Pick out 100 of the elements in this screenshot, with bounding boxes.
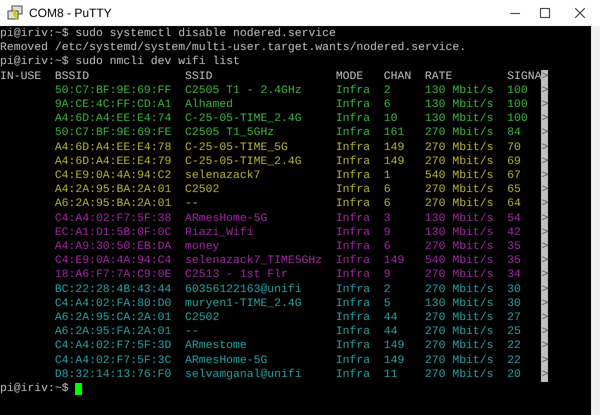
- table-cell-text: Alhamed: [185, 98, 234, 112]
- table-cell-text: 50:C7:BF:9E:69:FE: [54, 126, 172, 141]
- table-cell-text: D8:32:14:13:76:F0: [54, 368, 172, 382]
- column-header: MODE: [336, 70, 364, 84]
- table-cell-text: 70: [507, 140, 522, 155]
- table-cell-text: 130 Mbit/s: [424, 84, 494, 98]
- table-cell-text: Infra: [336, 354, 372, 368]
- table-cell-text: 130 Mbit/s: [424, 226, 494, 240]
- table-cell-text: 42: [507, 226, 522, 240]
- table-cell-text: 540 Mbit/s: [424, 169, 494, 184]
- truncation-marker: >: [541, 240, 548, 254]
- table-cell-text: Infra: [336, 84, 372, 98]
- truncation-marker: >: [541, 70, 548, 84]
- table-cell-text: --: [185, 325, 200, 340]
- column-header: BSSID: [54, 70, 90, 84]
- table-cell-text: 100: [507, 112, 529, 126]
- table-cell-text: 1: [384, 169, 392, 184]
- table-cell-text: C-25-05-TIME_2.4G: [185, 154, 303, 170]
- table-cell-text: 25: [507, 325, 522, 340]
- table-cell-text: A4:A9:30:50:EB:DA: [54, 240, 172, 254]
- table-cell-text: 6: [384, 197, 392, 212]
- table-cell-text: Infra: [336, 112, 372, 126]
- truncation-marker: >: [541, 268, 548, 283]
- table-cell-text: 161: [384, 126, 406, 141]
- truncation-marker: >: [541, 84, 548, 98]
- computer-icon: [7, 5, 23, 21]
- table-cell-text: 270 Mbit/s: [424, 197, 494, 212]
- table-cell-text: 69: [507, 154, 522, 170]
- cursor: [75, 383, 82, 396]
- table-cell-text: Infra: [336, 325, 372, 340]
- terminal-line: pi@iriv:~$ sudo systemctl disable nodered.service: [0, 27, 337, 42]
- table-cell-text: 149: [384, 354, 406, 368]
- table-cell-text: ARmesHome-5G: [185, 212, 268, 226]
- table-cell-text: 270 Mbit/s: [424, 268, 494, 283]
- table-cell-text: Infra: [336, 296, 372, 312]
- table-cell-text: Infra: [336, 98, 372, 112]
- truncation-marker: >: [541, 296, 548, 312]
- table-cell-text: selvamganal@unifi: [185, 368, 303, 382]
- table-cell-text: Infra: [336, 154, 372, 170]
- table-cell-text: C4:A4:02:F7:5F:38: [54, 212, 172, 226]
- table-cell-text: C-25-05-TIME_2.4G: [185, 112, 303, 126]
- table-cell-text: 35: [507, 240, 522, 254]
- truncation-marker: >: [541, 154, 548, 170]
- table-cell-text: 22: [507, 354, 522, 368]
- table-cell-text: 64: [507, 197, 522, 212]
- table-cell-text: Infra: [336, 197, 372, 212]
- table-cell-text: Infra: [336, 368, 372, 382]
- table-cell-text: 6: [384, 98, 392, 112]
- table-cell-text: 6: [384, 240, 392, 254]
- table-cell-text: 65: [507, 183, 522, 198]
- table-cell-text: Infra: [336, 140, 372, 155]
- truncation-marker: >: [541, 197, 548, 212]
- table-cell-text: 100: [507, 84, 529, 98]
- table-cell-text: muryen1-TIME_2.4G: [185, 296, 303, 312]
- truncation-marker: >: [541, 98, 548, 112]
- close-icon: [575, 8, 585, 18]
- table-cell-text: A6:2A:95:FA:2A:01: [54, 325, 172, 340]
- table-cell-text: A4:6D:A4:EE:E4:79: [54, 154, 172, 170]
- table-cell-text: 540 Mbit/s: [424, 254, 494, 268]
- table-cell-text: Infra: [336, 226, 372, 240]
- table-cell-text: C4:A4:02:F7:5F:3D: [54, 339, 172, 354]
- table-cell-text: Infra: [336, 254, 372, 268]
- table-cell-text: C4:A4:02:FA:80:D0: [54, 296, 172, 312]
- table-cell-text: C4:A4:02:F7:5F:3C: [54, 354, 172, 368]
- table-cell-text: 30: [507, 296, 522, 312]
- table-cell-text: 27: [507, 311, 522, 326]
- table-cell-text: money: [185, 240, 220, 254]
- table-cell-text: 270 Mbit/s: [424, 282, 494, 297]
- truncation-marker: >: [541, 325, 548, 340]
- table-cell-text: C2505 T1_5GHz: [185, 126, 276, 141]
- table-cell-text: A4:6D:A4:EE:E4:74: [54, 112, 172, 126]
- table-cell-text: 270 Mbit/s: [424, 311, 494, 326]
- scrollbar[interactable]: [591, 26, 600, 415]
- table-cell-text: C-25-05-TIME_5G: [185, 140, 289, 155]
- table-cell-text: 34: [507, 268, 522, 283]
- table-cell-text: Infra: [336, 212, 372, 226]
- table-cell-text: 44: [384, 311, 399, 326]
- truncation-marker: >: [541, 354, 548, 368]
- table-cell-text: 35: [507, 254, 522, 268]
- truncation-marker: >: [541, 368, 548, 382]
- table-cell-text: 2: [384, 84, 392, 98]
- table-cell-text: 149: [384, 339, 406, 354]
- table-cell-text: 149: [384, 254, 406, 268]
- terminal-line: pi@iriv:~$ sudo nmcli dev wifi list: [0, 55, 241, 70]
- prompt: pi@iriv:~$: [0, 382, 70, 396]
- table-cell-text: 270 Mbit/s: [424, 126, 494, 141]
- table-cell-text: 9A:CE:4C:FF:CD:A1: [54, 98, 172, 112]
- table-cell-text: 130 Mbit/s: [424, 212, 494, 226]
- table-cell-text: 270 Mbit/s: [424, 183, 494, 198]
- table-cell-text: Infra: [336, 126, 372, 141]
- table-cell-text: 100: [507, 98, 529, 112]
- table-cell-text: Infra: [336, 282, 372, 297]
- table-cell-text: 5: [384, 296, 392, 312]
- table-cell-text: selenazack7: [185, 169, 262, 184]
- maximize-icon: [540, 8, 550, 18]
- table-cell-text: 60356122163@unifi: [185, 282, 303, 297]
- table-cell-text: 84: [507, 126, 522, 141]
- terminal-line: Removed /etc/systemd/system/multi-user.target.wants/nodered.service.: [0, 41, 468, 56]
- table-cell-text: Infra: [336, 240, 372, 254]
- truncation-marker: >: [541, 183, 548, 198]
